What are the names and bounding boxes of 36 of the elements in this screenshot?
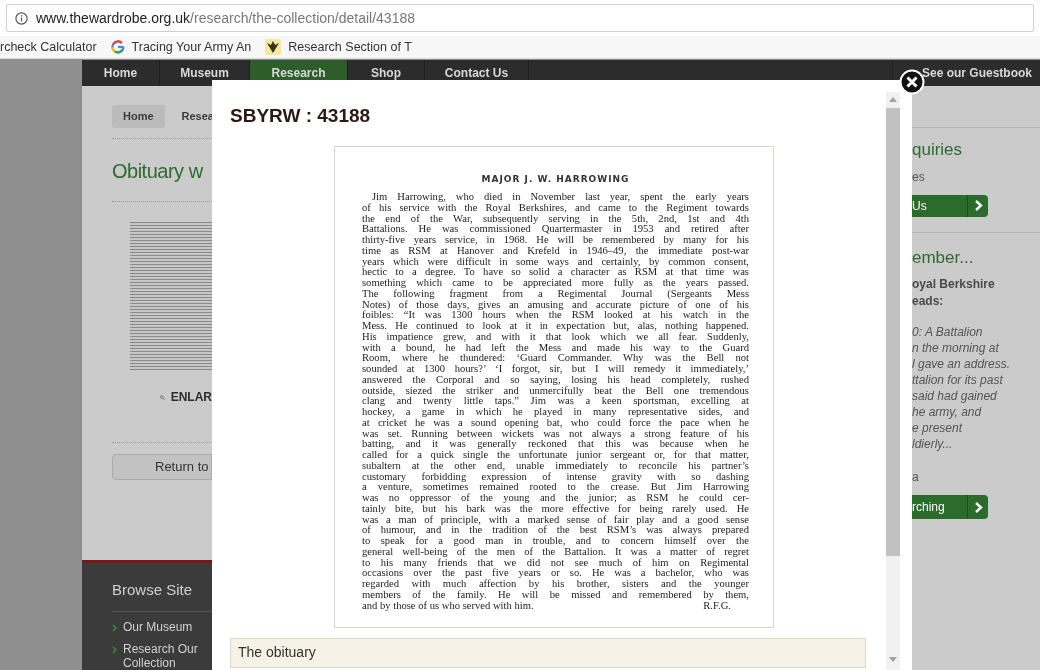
sidebar-heading: ember...	[912, 246, 975, 269]
bookmark-link[interactable]: Tracing Your Army An	[131, 37, 252, 57]
info-icon	[15, 11, 28, 25]
page-heading: Obituary w	[111, 159, 204, 184]
return-button[interactable]: Return to	[112, 454, 212, 480]
breadcrumb-link[interactable]: Home	[112, 105, 165, 128]
address-bar[interactable]: www.thewardrobe.org.uk/research/the-collection/detail/43188	[6, 4, 1034, 32]
contact-button[interactable]: Us	[912, 194, 988, 217]
scroll-down-icon[interactable]	[889, 657, 897, 662]
footer-heading: Browse Site	[112, 580, 194, 600]
sidebar-text: a	[912, 469, 920, 486]
chevron-icon	[112, 645, 117, 654]
sidebar-text: oyal Berkshire eads:	[912, 276, 996, 310]
obituary-text: and by those of us who served with him.	[362, 600, 534, 612]
chevron-icon	[973, 501, 983, 513]
bookmark-link[interactable]: Research Section of T	[288, 37, 412, 57]
scrollbar[interactable]	[886, 92, 900, 670]
signature: R.F.G.	[703, 600, 731, 612]
sidebar-heading: quiries	[912, 139, 964, 161]
document-heading: MAJOR J. W. HARROWING	[480, 172, 631, 186]
sidebar-text: es	[912, 168, 926, 186]
footer-link[interactable]: Research Our Collection	[123, 641, 208, 670]
bookmark-link[interactable]: rcheck Calculator	[0, 37, 97, 57]
footer-link[interactable]: Our Museum	[123, 619, 208, 634]
research-button[interactable]: rching	[912, 495, 988, 519]
nav-tab[interactable]: Home	[82, 60, 160, 86]
image-caption: The obituary	[230, 637, 866, 668]
quote-text: 0: A Battalion n the morning at l gave an address. ttalion for its past said had gained he army, and e present ldierly...	[912, 324, 1012, 452]
scroll-up-icon[interactable]	[889, 97, 897, 102]
g-letter-icon	[110, 40, 125, 54]
modal-title: SBYRW : 43188	[230, 104, 372, 128]
crest-icon	[265, 39, 282, 55]
enlarge-link[interactable]: ENLAR	[170, 388, 212, 406]
url-text: www.thewardrobe.org.uk/research/the-collection/detail/43188	[36, 8, 415, 28]
chevron-icon	[112, 623, 117, 632]
chevron-icon	[973, 200, 983, 211]
